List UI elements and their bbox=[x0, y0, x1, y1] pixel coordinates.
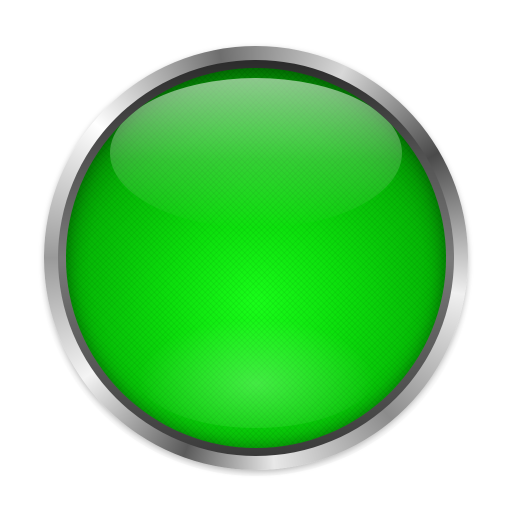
button-bottom-glow bbox=[136, 318, 376, 428]
green-round-button-icon[interactable] bbox=[66, 68, 446, 448]
canvas bbox=[0, 0, 512, 512]
button-gloss-highlight bbox=[110, 78, 402, 228]
